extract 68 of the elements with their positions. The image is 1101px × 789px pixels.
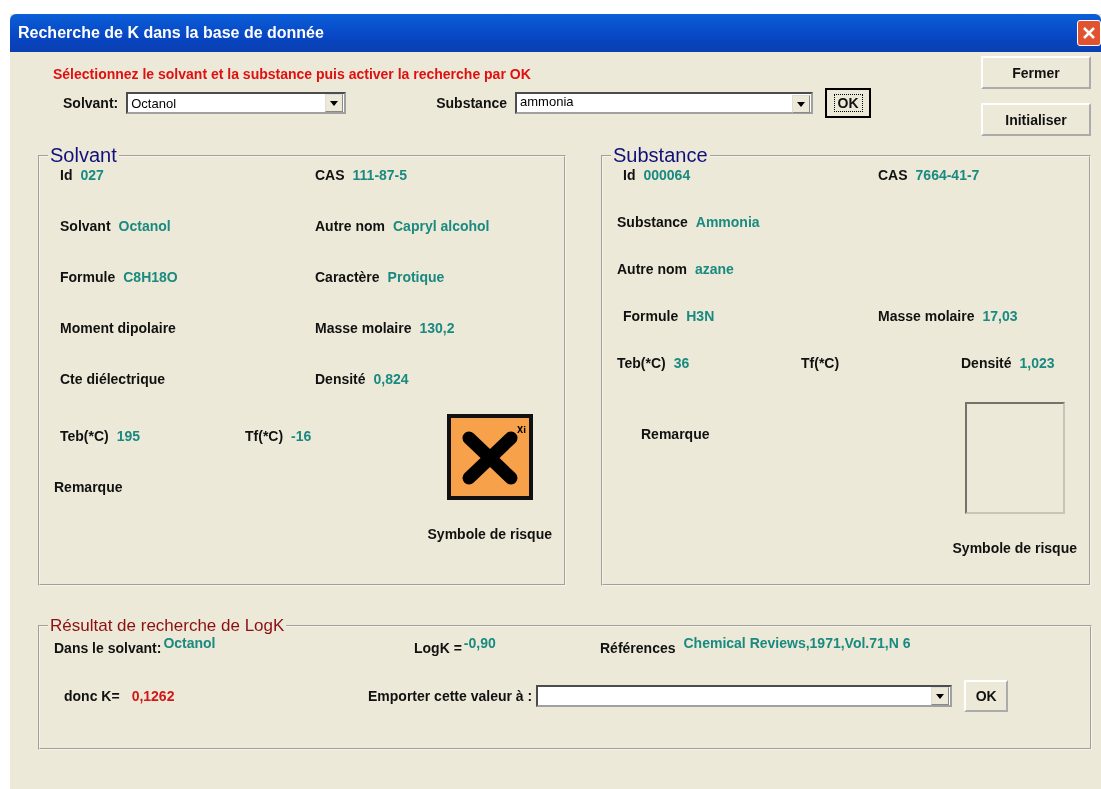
field-label: Cte diélectrique bbox=[60, 371, 166, 387]
field-label: Id bbox=[623, 167, 636, 183]
field-value: Capryl alcohol bbox=[393, 218, 490, 234]
group-title: Substance bbox=[612, 144, 709, 167]
field-value: 7664-41-7 bbox=[915, 167, 980, 183]
field-label: Masse molaire bbox=[315, 320, 412, 336]
field-value: Chemical Reviews,1971,Vol.71,N 6 bbox=[683, 635, 911, 651]
field-label: Solvant: bbox=[63, 95, 119, 111]
field-value: 0,1262 bbox=[131, 688, 175, 704]
dialog-button[interactable]: Initialiser bbox=[981, 103, 1091, 136]
substance-dropdown[interactable]: ammonia bbox=[515, 92, 814, 114]
field-value: H3N bbox=[686, 308, 715, 324]
instruction-text: Sélectionnez le solvant et la substance puis activer la recherche par OK bbox=[53, 66, 532, 82]
ok-button[interactable]: OK bbox=[964, 680, 1009, 712]
export-dropdown[interactable] bbox=[536, 685, 953, 707]
field-value: 36 bbox=[673, 355, 690, 371]
field-value: azane bbox=[695, 261, 734, 277]
field-label: Formule bbox=[623, 308, 679, 324]
field-value: 130,2 bbox=[419, 320, 455, 336]
field-label: Id bbox=[60, 167, 73, 183]
field-label: Densité bbox=[315, 371, 366, 387]
field-label: Remarque bbox=[54, 479, 123, 495]
field-value: 0,824 bbox=[373, 371, 409, 387]
close-button[interactable] bbox=[1077, 20, 1101, 46]
dialog-button[interactable]: Fermer bbox=[981, 56, 1091, 89]
field-value: -0,90 bbox=[463, 635, 496, 651]
caption-text: Symbole de risque bbox=[427, 526, 552, 542]
group-title: Résultat de recherche de LogK bbox=[49, 616, 286, 636]
field-value: 1,023 bbox=[1019, 355, 1055, 371]
field-value: 111-87-5 bbox=[352, 167, 408, 183]
field-value: 195 bbox=[116, 428, 141, 444]
field-label: Emporter cette valeur à : bbox=[368, 688, 533, 704]
field-value: -16 bbox=[291, 428, 312, 444]
field-value: 027 bbox=[80, 167, 104, 183]
ok-button[interactable]: OK bbox=[825, 88, 872, 118]
field-label: Substance bbox=[617, 214, 688, 230]
window-title: Recherche de K dans la base de donnée bbox=[18, 24, 324, 42]
field-label: Tf(*C) bbox=[801, 355, 840, 371]
field-label: Solvant bbox=[60, 218, 111, 234]
field-label: Moment dipolaire bbox=[60, 320, 176, 336]
field-label: Autre nom bbox=[617, 261, 687, 277]
field-value: Octanol bbox=[163, 635, 216, 651]
field-label: Densité bbox=[961, 355, 1012, 371]
field-label: donc K= bbox=[64, 688, 120, 704]
field-value: C8H18O bbox=[123, 269, 178, 285]
field-value: 000064 bbox=[643, 167, 691, 183]
caption-text: Symbole de risque bbox=[952, 540, 1077, 556]
field-label: Teb(*C) bbox=[60, 428, 109, 444]
field-label: Caractère bbox=[315, 269, 380, 285]
field-label: Remarque bbox=[641, 426, 710, 442]
field-label: Masse molaire bbox=[878, 308, 975, 324]
field-label: CAS bbox=[315, 167, 345, 183]
field-label: LogK = bbox=[414, 640, 462, 656]
group-title: Solvant bbox=[49, 144, 118, 167]
field-label: Teb(*C) bbox=[617, 355, 666, 371]
field-label: Dans le solvant: bbox=[54, 640, 162, 656]
field-label: Formule bbox=[60, 269, 116, 285]
field-label: Références bbox=[600, 640, 676, 656]
solvent-dropdown[interactable]: Octanol bbox=[126, 92, 347, 114]
field-label: CAS bbox=[878, 167, 908, 183]
field-label: Substance bbox=[436, 95, 508, 111]
field-label: Tf(*C) bbox=[245, 428, 284, 444]
field-value: 17,03 bbox=[982, 308, 1018, 324]
field-value: Ammonia bbox=[695, 214, 760, 230]
field-value: Protique bbox=[387, 269, 445, 285]
field-value: Octanol bbox=[118, 218, 171, 234]
hazard-x-icon: Xi bbox=[446, 414, 533, 500]
field-label: Autre nom bbox=[315, 218, 385, 234]
